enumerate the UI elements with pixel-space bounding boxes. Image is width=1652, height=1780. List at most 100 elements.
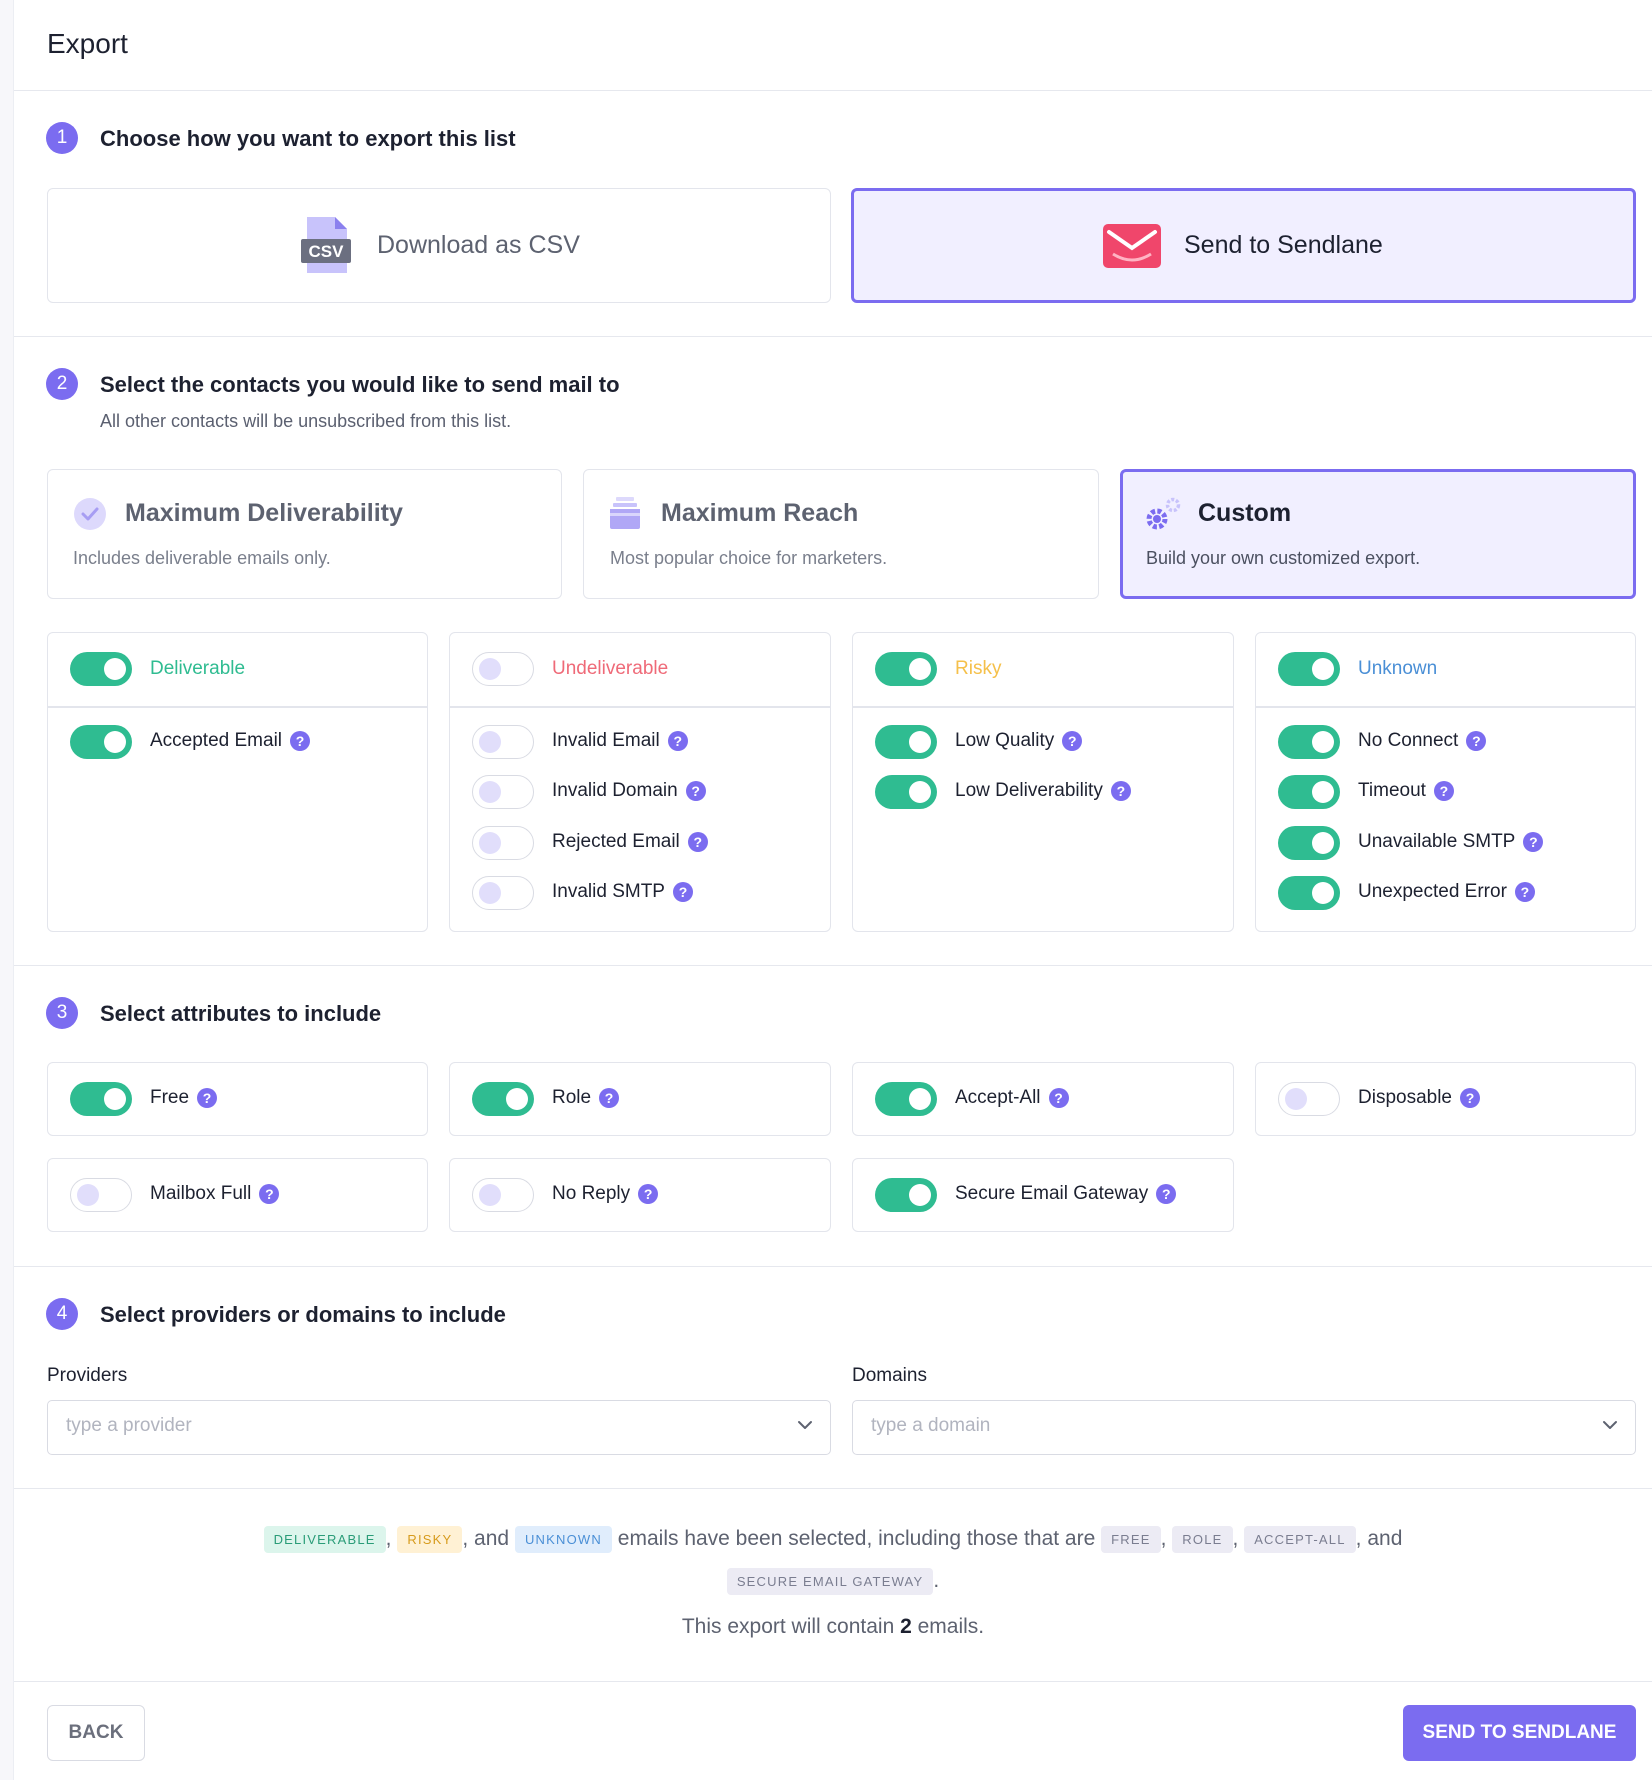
providers-select[interactable]: type a provider bbox=[47, 1400, 831, 1455]
option-row: Invalid Email? bbox=[552, 730, 688, 752]
help-icon[interactable]: ? bbox=[1433, 781, 1454, 801]
option-label: Free bbox=[150, 1087, 190, 1108]
help-icon[interactable]: ? bbox=[1062, 731, 1083, 751]
domains-label: Domains bbox=[852, 1365, 927, 1386]
attribute-free: Free? bbox=[47, 1062, 428, 1136]
send-to-sendlane-option[interactable]: Send to Sendlane bbox=[851, 188, 1636, 303]
divider bbox=[14, 965, 1652, 966]
timeout-toggle[interactable] bbox=[1278, 775, 1340, 809]
help-icon[interactable]: ? bbox=[1523, 832, 1544, 852]
tag-free: FREE bbox=[1101, 1526, 1161, 1553]
mode-maximum-reach[interactable]: Maximum Reach Most popular choice for ma… bbox=[583, 469, 1099, 599]
email-count: 2 bbox=[900, 1615, 912, 1638]
selection-summary: DELIVERABLE, RISKY, and UNKNOWN emails h… bbox=[14, 1526, 1652, 1553]
attribute-role: Role? bbox=[449, 1062, 831, 1136]
send-to-sendlane-button[interactable]: SEND TO SENDLANE bbox=[1403, 1705, 1636, 1761]
help-icon[interactable]: ? bbox=[1048, 1088, 1069, 1108]
back-button[interactable]: BACK bbox=[47, 1705, 145, 1761]
help-icon[interactable]: ? bbox=[1156, 1184, 1177, 1204]
category-title: Undeliverable bbox=[552, 658, 669, 679]
option-label: Disposable bbox=[1358, 1087, 1452, 1108]
help-icon[interactable]: ? bbox=[685, 781, 706, 801]
deliverable-toggle[interactable] bbox=[70, 652, 132, 686]
no-connect-toggle[interactable] bbox=[1278, 725, 1340, 759]
mode-description: Build your own customized export. bbox=[1146, 548, 1421, 568]
free-toggle[interactable] bbox=[70, 1082, 132, 1116]
divider bbox=[14, 1266, 1652, 1267]
help-icon[interactable]: ? bbox=[1466, 731, 1487, 751]
attribute-disposable: Disposable? bbox=[1255, 1062, 1636, 1136]
gears-icon bbox=[1145, 495, 1183, 538]
step-3-number: 3 bbox=[46, 997, 78, 1029]
accepted-email-toggle[interactable] bbox=[70, 725, 132, 759]
help-icon[interactable]: ? bbox=[1110, 781, 1131, 801]
disposable-toggle[interactable] bbox=[1278, 1082, 1340, 1116]
help-icon[interactable]: ? bbox=[599, 1088, 620, 1108]
check-circle-icon bbox=[74, 498, 106, 535]
secure-email-gateway-toggle[interactable] bbox=[875, 1178, 937, 1212]
no-reply-toggle[interactable] bbox=[472, 1178, 534, 1212]
category-title: Risky bbox=[955, 658, 1002, 679]
option-row: No Connect? bbox=[1358, 730, 1487, 752]
option-label: Unexpected Error bbox=[1358, 881, 1507, 902]
role-toggle[interactable] bbox=[472, 1082, 534, 1116]
low-quality-toggle[interactable] bbox=[875, 725, 937, 759]
unavailable-smtp-toggle[interactable] bbox=[1278, 826, 1340, 860]
option-label: Invalid Email bbox=[552, 730, 660, 751]
mailbox-full-toggle[interactable] bbox=[70, 1178, 132, 1212]
download-csv-option[interactable]: CSV Download as CSV bbox=[47, 188, 831, 303]
option-row: Accepted Email? bbox=[150, 730, 311, 752]
undeliverable-toggle[interactable] bbox=[472, 652, 534, 686]
rejected-email-toggle[interactable] bbox=[472, 826, 534, 860]
help-icon[interactable]: ? bbox=[197, 1088, 218, 1108]
attribute-no-reply: No Reply? bbox=[449, 1158, 831, 1232]
chevron-down-icon bbox=[796, 1416, 814, 1434]
option-row: Accept-All? bbox=[955, 1087, 1069, 1109]
option-row: Invalid SMTP? bbox=[552, 881, 693, 903]
accept-all-toggle[interactable] bbox=[875, 1082, 937, 1116]
export-count: This export will contain 2 emails. bbox=[681, 1615, 985, 1638]
help-icon[interactable]: ? bbox=[667, 731, 688, 751]
step-4-number: 4 bbox=[46, 1298, 78, 1330]
chevron-down-icon bbox=[1601, 1416, 1619, 1434]
help-icon[interactable]: ? bbox=[1514, 882, 1535, 902]
csv-file-icon: CSV bbox=[301, 217, 351, 275]
option-row: Unavailable SMTP? bbox=[1358, 831, 1544, 853]
unknown-toggle[interactable] bbox=[1278, 652, 1340, 686]
unexpected-error-toggle[interactable] bbox=[1278, 876, 1340, 910]
option-label: Rejected Email bbox=[552, 831, 680, 852]
option-row: Role? bbox=[552, 1087, 620, 1109]
summary-text: emails have been selected, including tho… bbox=[617, 1527, 1096, 1551]
help-icon[interactable]: ? bbox=[687, 832, 708, 852]
help-icon[interactable]: ? bbox=[638, 1184, 659, 1204]
invalid-email-toggle[interactable] bbox=[472, 725, 534, 759]
option-label: No Reply bbox=[552, 1183, 631, 1204]
option-row: Low Deliverability? bbox=[955, 780, 1131, 802]
help-icon[interactable]: ? bbox=[290, 731, 311, 751]
option-label: Low Deliverability bbox=[955, 780, 1103, 801]
help-icon[interactable]: ? bbox=[1460, 1088, 1480, 1108]
step-2-subtitle: All other contacts will be unsubscribed … bbox=[100, 411, 512, 431]
option-label: Invalid SMTP bbox=[552, 881, 665, 902]
step-2-number: 2 bbox=[46, 368, 78, 400]
providers-placeholder: type a provider bbox=[66, 1415, 192, 1436]
category-deliverable: Deliverable Accepted Email? bbox=[47, 632, 428, 932]
help-icon[interactable]: ? bbox=[259, 1184, 280, 1204]
domains-select[interactable]: type a domain bbox=[852, 1400, 1636, 1455]
mode-title: Custom bbox=[1198, 499, 1292, 527]
step-1-title: Choose how you want to export this list bbox=[100, 126, 516, 151]
left-sidebar-edge bbox=[0, 0, 14, 1780]
help-icon[interactable]: ? bbox=[672, 882, 693, 902]
mode-maximum-deliverability[interactable]: Maximum Deliverability Includes delivera… bbox=[47, 469, 562, 599]
inbox-tray-icon bbox=[610, 497, 640, 534]
option-label: Accepted Email bbox=[150, 730, 283, 751]
low-deliverability-toggle[interactable] bbox=[875, 775, 937, 809]
svg-text:CSV: CSV bbox=[309, 242, 345, 261]
option-label: Secure Email Gateway bbox=[955, 1183, 1149, 1204]
sendlane-envelope-icon bbox=[1103, 224, 1161, 268]
option-row: Secure Email Gateway? bbox=[955, 1183, 1177, 1205]
invalid-smtp-toggle[interactable] bbox=[472, 876, 534, 910]
mode-custom[interactable]: Custom Build your own customized export. bbox=[1120, 469, 1636, 599]
risky-toggle[interactable] bbox=[875, 652, 937, 686]
invalid-domain-toggle[interactable] bbox=[472, 775, 534, 809]
